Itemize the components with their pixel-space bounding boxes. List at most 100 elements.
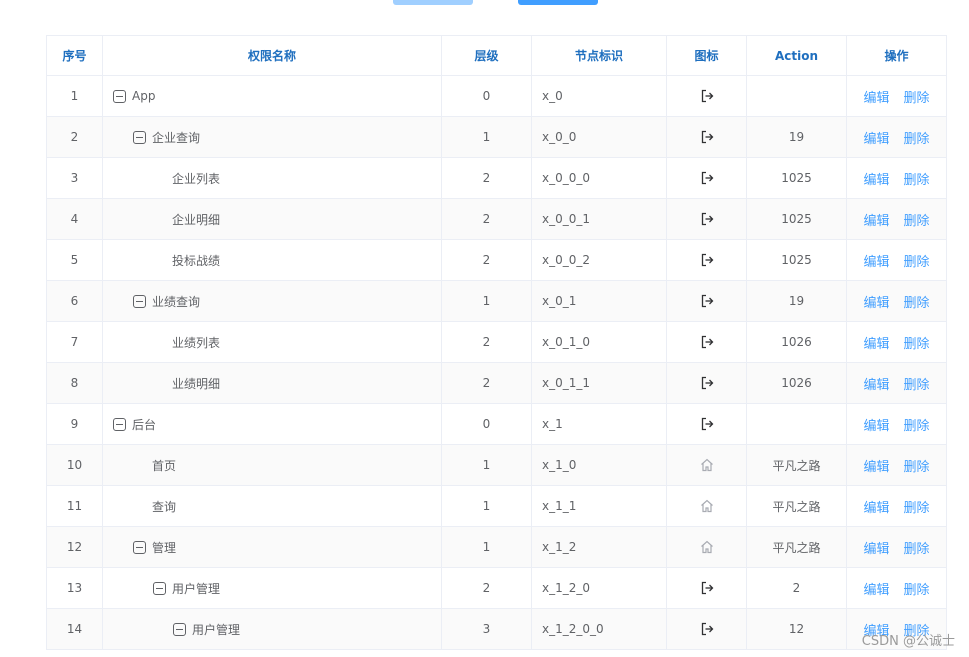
cell-node-id: x_1_2_0_0 bbox=[531, 608, 667, 650]
edit-link[interactable]: 编辑 bbox=[863, 542, 889, 557]
cell-operations: 编辑 删除 bbox=[846, 403, 947, 445]
delete-link[interactable]: 删除 bbox=[904, 378, 930, 393]
delete-link[interactable]: 删除 bbox=[904, 583, 930, 598]
cell-level: 2 bbox=[441, 321, 532, 363]
table-row: 4 企业明细 2 x_0_0_1 1025 编辑 删除 bbox=[46, 198, 947, 240]
cell-operations: 编辑 删除 bbox=[846, 239, 947, 281]
collapse-icon[interactable] bbox=[113, 89, 126, 103]
logout-icon bbox=[668, 293, 746, 309]
collapse-icon[interactable] bbox=[173, 622, 186, 636]
logout-icon bbox=[668, 334, 746, 350]
edit-link[interactable]: 编辑 bbox=[863, 91, 889, 106]
cell-icon bbox=[666, 239, 747, 281]
cell-index: 9 bbox=[46, 403, 103, 445]
cell-icon bbox=[666, 526, 747, 568]
header-icon: 图标 bbox=[666, 35, 747, 76]
edit-link[interactable]: 编辑 bbox=[863, 460, 889, 475]
cell-permission-name: 查询 bbox=[102, 485, 442, 527]
cell-action: 平凡之路 bbox=[746, 485, 847, 527]
cell-permission-name: 管理 bbox=[102, 526, 442, 568]
cell-index: 7 bbox=[46, 321, 103, 363]
edit-link[interactable]: 编辑 bbox=[863, 214, 889, 229]
delete-link[interactable]: 删除 bbox=[904, 214, 930, 229]
collapse-icon[interactable] bbox=[133, 540, 146, 554]
cell-level: 1 bbox=[441, 526, 532, 568]
cell-level: 2 bbox=[441, 362, 532, 404]
collapse-icon[interactable] bbox=[133, 294, 146, 308]
edit-link[interactable]: 编辑 bbox=[863, 173, 889, 188]
cell-node-id: x_0_1_1 bbox=[531, 362, 667, 404]
cell-permission-name: 投标战绩 bbox=[102, 239, 442, 281]
cell-node-id: x_0 bbox=[531, 75, 667, 117]
delete-link[interactable]: 删除 bbox=[904, 419, 930, 434]
permission-name-label: 投标战绩 bbox=[172, 253, 221, 268]
delete-link[interactable]: 删除 bbox=[904, 173, 930, 188]
cell-level: 3 bbox=[441, 608, 532, 650]
cell-permission-name: 企业列表 bbox=[102, 157, 442, 199]
cell-level: 2 bbox=[441, 198, 532, 240]
cell-permission-name: App bbox=[102, 75, 442, 117]
cell-level: 1 bbox=[441, 485, 532, 527]
cell-index: 14 bbox=[46, 608, 103, 650]
delete-link[interactable]: 删除 bbox=[904, 132, 930, 147]
cell-operations: 编辑 删除 bbox=[846, 75, 947, 117]
table-row: 11 查询 1 x_1_1 平凡之路 编辑 删除 bbox=[46, 485, 947, 527]
cell-action: 平凡之路 bbox=[746, 444, 847, 486]
permission-name-label: 后台 bbox=[132, 417, 157, 432]
cell-action bbox=[746, 403, 847, 445]
collapse-icon[interactable] bbox=[113, 417, 126, 431]
delete-link[interactable]: 删除 bbox=[904, 296, 930, 311]
cell-permission-name: 首页 bbox=[102, 444, 442, 486]
confirm-button-partial[interactable] bbox=[393, 0, 473, 5]
edit-link[interactable]: 编辑 bbox=[863, 337, 889, 352]
edit-link[interactable]: 编辑 bbox=[863, 419, 889, 434]
cell-level: 1 bbox=[441, 444, 532, 486]
delete-link[interactable]: 删除 bbox=[904, 542, 930, 557]
cell-icon bbox=[666, 444, 747, 486]
delete-link[interactable]: 删除 bbox=[904, 460, 930, 475]
table-row: 13 用户管理 2 x_1_2_0 2 编辑 删除 bbox=[46, 567, 947, 609]
cell-index: 8 bbox=[46, 362, 103, 404]
edit-link[interactable]: 编辑 bbox=[863, 132, 889, 147]
cell-index: 6 bbox=[46, 280, 103, 322]
cell-index: 10 bbox=[46, 444, 103, 486]
cell-action: 12 bbox=[746, 608, 847, 650]
cell-icon bbox=[666, 116, 747, 158]
primary-button-partial[interactable] bbox=[518, 0, 598, 5]
cell-operations: 编辑 删除 bbox=[846, 444, 947, 486]
cell-icon bbox=[666, 608, 747, 650]
cell-node-id: x_0_1_0 bbox=[531, 321, 667, 363]
cell-operations: 编辑 删除 bbox=[846, 280, 947, 322]
cell-icon bbox=[666, 198, 747, 240]
cell-icon bbox=[666, 485, 747, 527]
cell-icon bbox=[666, 362, 747, 404]
cell-operations: 编辑 删除 bbox=[846, 321, 947, 363]
cell-operations: 编辑 删除 bbox=[846, 157, 947, 199]
table-row: 10 首页 1 x_1_0 平凡之路 编辑 删除 bbox=[46, 444, 947, 486]
collapse-icon[interactable] bbox=[153, 581, 166, 595]
cell-node-id: x_0_0_2 bbox=[531, 239, 667, 281]
cell-action: 1026 bbox=[746, 321, 847, 363]
cell-operations: 编辑 删除 bbox=[846, 362, 947, 404]
cell-permission-name: 用户管理 bbox=[102, 567, 442, 609]
cell-permission-name: 业绩查询 bbox=[102, 280, 442, 322]
table-row: 1 App 0 x_0 编辑 删除 bbox=[46, 75, 947, 117]
delete-link[interactable]: 删除 bbox=[904, 501, 930, 516]
delete-link[interactable]: 删除 bbox=[904, 91, 930, 106]
cell-node-id: x_0_1 bbox=[531, 280, 667, 322]
logout-icon bbox=[668, 416, 746, 432]
edit-link[interactable]: 编辑 bbox=[863, 296, 889, 311]
table-row: 3 企业列表 2 x_0_0_0 1025 编辑 删除 bbox=[46, 157, 947, 199]
collapse-icon[interactable] bbox=[133, 130, 146, 144]
header-permission-name: 权限名称 bbox=[102, 35, 442, 76]
edit-link[interactable]: 编辑 bbox=[863, 255, 889, 270]
delete-link[interactable]: 删除 bbox=[904, 337, 930, 352]
cell-action: 平凡之路 bbox=[746, 526, 847, 568]
edit-link[interactable]: 编辑 bbox=[863, 501, 889, 516]
cell-action: 19 bbox=[746, 116, 847, 158]
edit-link[interactable]: 编辑 bbox=[863, 583, 889, 598]
cell-icon bbox=[666, 280, 747, 322]
table-row: 9 后台 0 x_1 编辑 删除 bbox=[46, 403, 947, 445]
delete-link[interactable]: 删除 bbox=[904, 255, 930, 270]
edit-link[interactable]: 编辑 bbox=[863, 378, 889, 393]
